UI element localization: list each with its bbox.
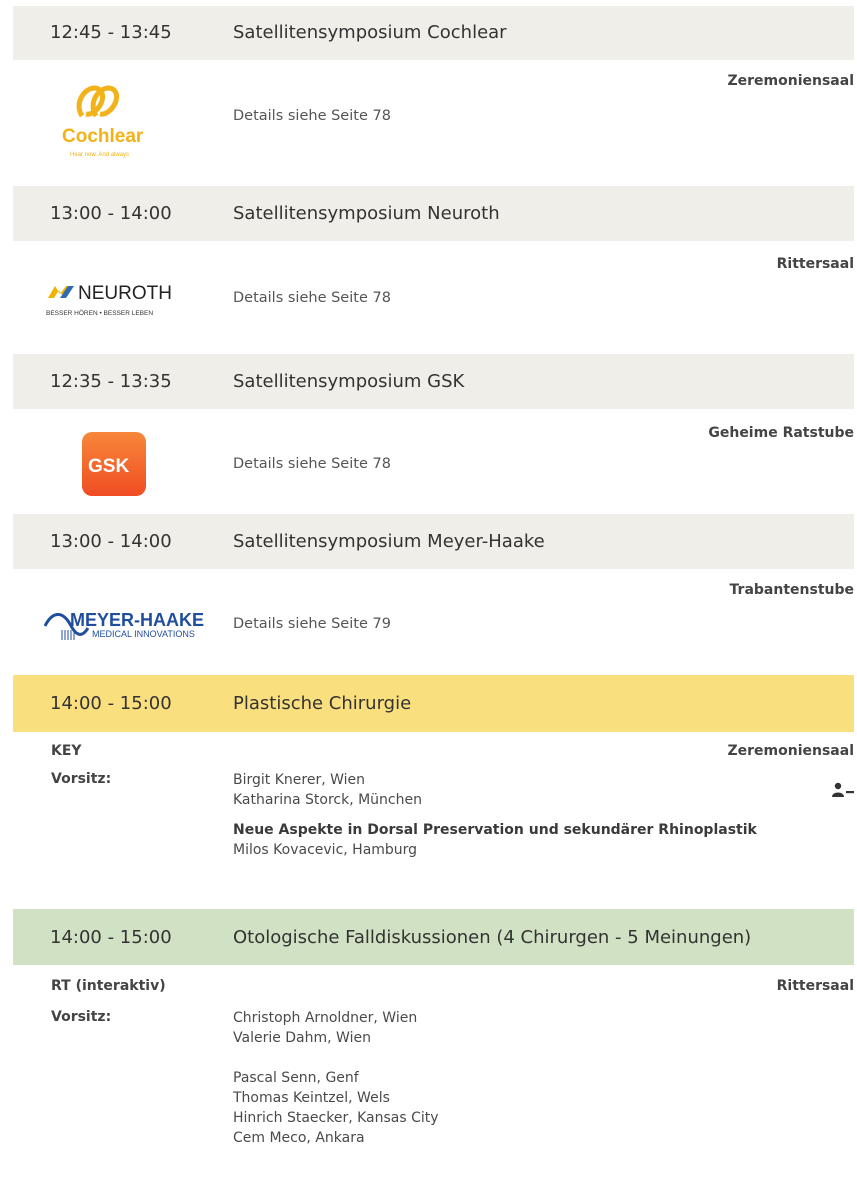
chair-list: Birgit Knerer, Wien Katharina Storck, Mü… bbox=[233, 770, 422, 810]
talk-title: Neue Aspekte in Dorsal Preservation und … bbox=[233, 822, 757, 838]
session-room: Trabantenstube bbox=[729, 582, 854, 598]
session-header-meyer-haake: 13:00 - 14:00 Satellitensymposium Meyer-… bbox=[13, 514, 854, 569]
session-room: Rittersaal bbox=[776, 978, 854, 994]
meyer-haake-logo-mark: MEYER-HAAKE MEDICAL INNOVATIONS bbox=[43, 610, 204, 640]
session-time: 13:00 - 14:00 bbox=[50, 531, 172, 552]
session-time: 14:00 - 15:00 bbox=[50, 927, 172, 948]
session-time: 13:00 - 14:00 bbox=[50, 203, 172, 224]
session-header-cochlear: 12:45 - 13:45 Satellitensymposium Cochle… bbox=[13, 6, 854, 60]
session-header-gsk: 12:35 - 13:35 Satellitensymposium GSK bbox=[13, 354, 854, 409]
session-title: Satellitensymposium Cochlear bbox=[233, 22, 507, 43]
session-title: Otologische Falldiskussionen (4 Chirurge… bbox=[233, 927, 752, 948]
session-details: Details siehe Seite 78 bbox=[233, 456, 391, 472]
panel-member: Thomas Keintzel, Wels bbox=[233, 1090, 390, 1106]
chair-name: Christoph Arnoldner, Wien bbox=[233, 1010, 418, 1026]
chair-label: Vorsitz: bbox=[51, 771, 112, 787]
cochlear-logo: Cochlear Hear now. And always bbox=[60, 70, 180, 160]
neuroth-logo-tagline: BESSER HÖREN • BESSER LEBEN bbox=[46, 309, 153, 317]
session-title: Satellitensymposium Meyer-Haake bbox=[233, 531, 545, 552]
chair-name: Birgit Knerer, Wien bbox=[233, 772, 366, 788]
session-details: Details siehe Seite 78 bbox=[233, 108, 391, 124]
meyer-haake-logo-tagline: MEDICAL INNOVATIONS bbox=[92, 629, 195, 639]
chair-list: Christoph Arnoldner, Wien Valerie Dahm, … bbox=[233, 1008, 417, 1048]
session-title: Satellitensymposium Neuroth bbox=[233, 203, 500, 224]
session-header-plastic-surgery: 14:00 - 15:00 Plastische Chirurgie bbox=[13, 675, 854, 732]
session-header-otology: 14:00 - 15:00 Otologische Falldiskussion… bbox=[13, 909, 854, 965]
session-time: 14:00 - 15:00 bbox=[50, 693, 172, 714]
gsk-logo-text: GSK bbox=[88, 456, 129, 477]
cochlear-logo-text: Cochlear bbox=[62, 126, 144, 147]
talk-speaker: Milos Kovacevic, Hamburg bbox=[233, 842, 418, 858]
session-details: Details siehe Seite 78 bbox=[233, 290, 391, 306]
session-room: Zeremoniensaal bbox=[727, 73, 854, 89]
neuroth-logo-mark: NEUROTH BESSER HÖREN • BESSER LEBEN bbox=[46, 283, 172, 317]
panel-list: Pascal Senn, Genf Thomas Keintzel, Wels … bbox=[233, 1068, 439, 1148]
neuroth-logo-text: NEUROTH bbox=[78, 283, 172, 304]
session-time: 12:45 - 13:45 bbox=[50, 22, 172, 43]
cochlear-logo-tagline: Hear now. And always bbox=[70, 152, 129, 158]
chair-name: Valerie Dahm, Wien bbox=[233, 1030, 371, 1046]
gsk-logo-mark: GSK bbox=[82, 432, 146, 496]
chair-label: Vorsitz: bbox=[51, 1009, 112, 1025]
session-room: Rittersaal bbox=[776, 256, 854, 272]
panel-member: Pascal Senn, Genf bbox=[233, 1070, 359, 1086]
session-room: Zeremoniensaal bbox=[727, 743, 854, 759]
meyer-haake-logo-text: MEYER-HAAKE bbox=[70, 610, 204, 630]
gsk-logo: GSK bbox=[82, 432, 146, 496]
session-type: RT (interaktiv) bbox=[51, 978, 166, 994]
neuroth-logo: NEUROTH BESSER HÖREN • BESSER LEBEN bbox=[46, 282, 191, 322]
session-header-neuroth: 13:00 - 14:00 Satellitensymposium Neurot… bbox=[13, 186, 854, 241]
session-time: 12:35 - 13:35 bbox=[50, 371, 172, 392]
chair-name: Katharina Storck, München bbox=[233, 792, 422, 808]
presenter-icon bbox=[832, 782, 854, 797]
panel-member: Hinrich Staecker, Kansas City bbox=[233, 1110, 439, 1126]
talk-speaker-list: Milos Kovacevic, Hamburg bbox=[233, 840, 417, 860]
session-room: Geheime Ratstube bbox=[708, 425, 854, 441]
session-details: Details siehe Seite 79 bbox=[233, 616, 391, 632]
session-title: Satellitensymposium GSK bbox=[233, 371, 465, 392]
session-title: Plastische Chirurgie bbox=[233, 693, 412, 714]
session-type: KEY bbox=[51, 743, 82, 759]
cochlear-logo-mark: Cochlear Hear now. And always bbox=[62, 85, 144, 158]
panel-member: Cem Meco, Ankara bbox=[233, 1130, 365, 1146]
meyer-haake-logo: MEYER-HAAKE MEDICAL INNOVATIONS bbox=[43, 606, 219, 646]
